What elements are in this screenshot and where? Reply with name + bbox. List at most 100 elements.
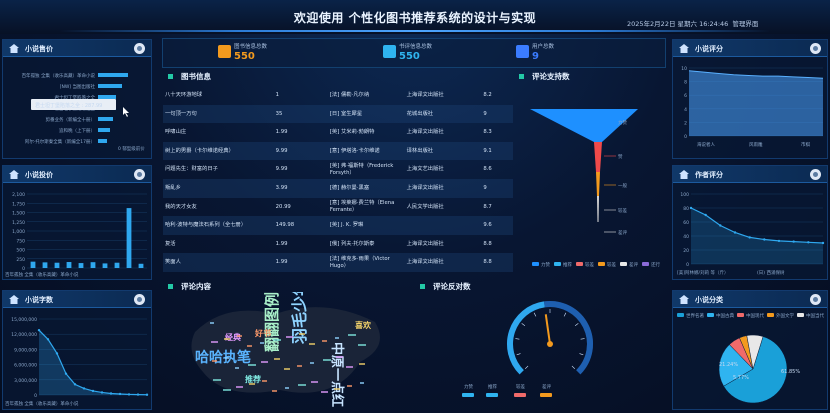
settings-icon[interactable]	[134, 43, 145, 54]
author-point[interactable]	[719, 224, 722, 227]
gauge-legend-swatch[interactable]	[462, 393, 474, 397]
pie-legend-swatch[interactable]	[677, 313, 684, 317]
price-bar[interactable]	[138, 263, 144, 268]
sales-tooltip: 君士坦丁堡陷落之全 : 287.99	[31, 99, 116, 110]
pie-legend-swatch[interactable]	[797, 313, 804, 317]
table-row[interactable]: 呼啸山庄 1.99 [英] 艾米莉·勃朗特 上海译文出版社 8.3	[163, 123, 513, 142]
words-point[interactable]	[136, 393, 140, 396]
author-y-tick: 40	[683, 234, 689, 240]
funnel-stage[interactable]	[597, 196, 599, 222]
table-row[interactable]: 哈利·波特与魔法石系列（全七册） 149.98 [英] J. K. 罗琳 9.6	[163, 216, 513, 235]
author-point[interactable]	[689, 206, 693, 210]
gauge-legend-swatch[interactable]	[540, 393, 552, 397]
price-bar[interactable]	[126, 208, 132, 268]
words-point[interactable]	[46, 338, 50, 341]
funnel-legend-swatch[interactable]	[620, 262, 627, 266]
pie-legend-swatch[interactable]	[707, 313, 714, 317]
sales-axis-label: 0 郁型级前价	[118, 145, 145, 152]
price-bar[interactable]	[54, 262, 60, 268]
table-row[interactable]: 复活 1.99 [俄] 列夫·托尔斯泰 上海译文出版社 8.8	[163, 235, 513, 254]
gauge-legend-swatch[interactable]	[486, 393, 498, 397]
panel-header: 小说售价	[3, 40, 151, 57]
sales-bar[interactable]	[98, 73, 128, 77]
words-y-tick: 3,000,000	[14, 378, 37, 384]
price-bar[interactable]	[114, 262, 120, 268]
pie-legend-swatch[interactable]	[737, 313, 744, 317]
table-cell: 8.6	[483, 166, 492, 173]
table-row[interactable]: 叛乱乡 3.99 [德] 赫尔曼·黑塞 上海译文出版社 9	[163, 178, 513, 198]
admin-link[interactable]: 管理界面	[732, 20, 758, 28]
price-bar[interactable]	[78, 263, 84, 268]
author-point[interactable]	[733, 231, 737, 234]
funnel-legend-swatch[interactable]	[554, 262, 561, 266]
table-cell: [英] 弗·福斯特（Frederick Forsyth）	[329, 163, 394, 176]
settings-icon[interactable]	[810, 294, 821, 305]
words-point[interactable]	[127, 393, 131, 396]
words-point[interactable]	[37, 328, 41, 332]
table-cell: 8.8	[481, 253, 513, 272]
author-point[interactable]	[792, 240, 795, 243]
words-point[interactable]	[145, 393, 149, 396]
gauge-legend-swatch[interactable]	[514, 393, 526, 397]
funnel-legend-label: 较差	[607, 261, 616, 268]
price-bar[interactable]	[102, 263, 108, 268]
rating-y-tick: 0	[684, 134, 687, 140]
words-point[interactable]	[91, 389, 95, 393]
price-bar[interactable]	[66, 262, 72, 268]
author-point[interactable]	[821, 241, 825, 245]
price-bar[interactable]	[30, 261, 36, 268]
datetime-text: 2025年2月22日 星期六 16:24:46	[627, 20, 729, 28]
funnel-stage[interactable]	[594, 142, 602, 172]
table-cell: 20.99	[275, 203, 291, 210]
table-row[interactable]: 问题先生：财富的日子 9.99 [英] 弗·福斯特（Frederick Forsyt…	[163, 160, 513, 179]
sales-bar[interactable]	[98, 95, 116, 99]
words-y-tick: 15,000,000	[11, 317, 37, 323]
table-row[interactable]: 我的天才女友 20.99 [意] 埃莱娜·费兰特（Elena Ferrante） 人民…	[163, 198, 513, 217]
table-cell: 哈利·波特与魔法石系列（全七册）	[163, 216, 274, 235]
table-cell: [英] J. K. 罗琳	[327, 216, 405, 235]
settings-icon[interactable]	[134, 294, 145, 305]
funnel-legend-swatch[interactable]	[532, 262, 539, 266]
author-point[interactable]	[748, 236, 751, 239]
author-point[interactable]	[807, 241, 810, 244]
cloud-word: 好书	[254, 328, 271, 338]
pie-legend-swatch[interactable]	[767, 313, 774, 317]
settings-icon[interactable]	[134, 169, 145, 180]
table-cell: 我的天才女友	[165, 203, 197, 210]
author-point[interactable]	[763, 238, 766, 241]
datetime-display: 2025年2月22日 星期六 16:24:46 管理界面	[627, 18, 758, 28]
words-point[interactable]	[55, 352, 59, 355]
author-y-tick: 20	[683, 248, 689, 254]
table-row[interactable]: 笑面人 1.99 [法] 维克多·雨果（Victor Hugo） 上海译文出版社 8.8	[163, 253, 513, 272]
table-row[interactable]: 树上的男爵（卡尔维诺经典） 9.99 [意] 伊塔洛·卡尔维诺 译林出版社 9.1	[163, 141, 513, 161]
sales-bar[interactable]	[98, 84, 122, 88]
sales-bar[interactable]	[98, 128, 110, 132]
table-cell: 呼啸山庄	[165, 129, 187, 136]
sales-bar[interactable]	[98, 117, 113, 121]
words-point[interactable]	[118, 392, 122, 396]
sales-bar[interactable]	[98, 139, 107, 143]
settings-icon[interactable]	[810, 43, 821, 54]
table-cell: [日] 室生犀星	[327, 104, 405, 124]
words-point[interactable]	[82, 387, 86, 390]
words-point[interactable]	[64, 372, 68, 375]
rating-area-chart: 10 8 6 4 2 0 海说者人 风雨雕 市棋	[681, 66, 824, 148]
funnel-legend-swatch[interactable]	[576, 262, 583, 266]
price-bar[interactable]	[42, 262, 48, 268]
funnel-legend-swatch[interactable]	[598, 262, 605, 266]
table-cell: 上海文艺出版社	[406, 166, 444, 173]
author-point[interactable]	[704, 213, 707, 217]
cursor-icon	[123, 107, 129, 117]
price-bar[interactable]	[90, 262, 96, 268]
panel-title: 小说售价	[25, 45, 53, 53]
words-point[interactable]	[100, 391, 104, 394]
words-point[interactable]	[73, 383, 77, 386]
funnel-legend-swatch[interactable]	[642, 262, 649, 266]
table-row[interactable]: 八十天环游地球 1 [法] 儒勒·凡尔纳 上海译文出版社 8.2	[163, 86, 513, 105]
funnel-stage[interactable]	[596, 172, 600, 196]
table-row[interactable]: 一句顶一万句 35 [日] 室生犀星 花城出版社 9	[163, 104, 513, 124]
author-point[interactable]	[777, 239, 781, 243]
settings-icon[interactable]	[810, 169, 821, 180]
stat-icon	[516, 45, 529, 58]
words-point[interactable]	[109, 392, 113, 395]
